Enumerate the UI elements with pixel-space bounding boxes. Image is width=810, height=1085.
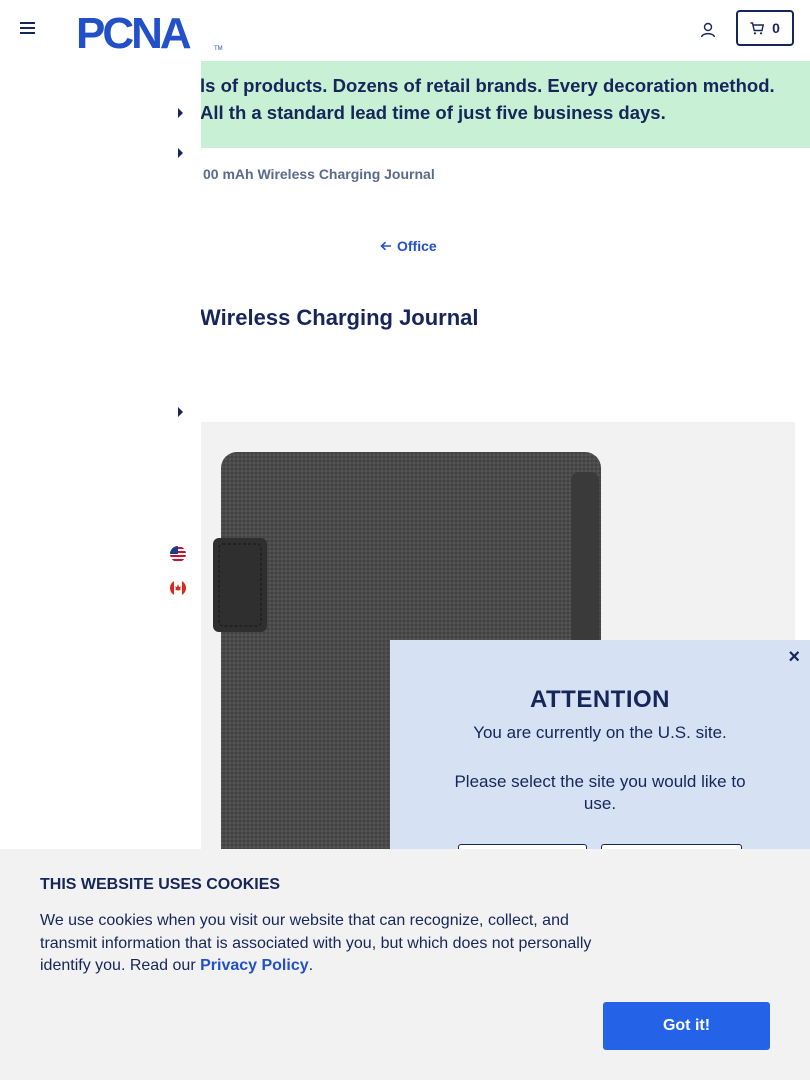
- cookie-banner: THIS WEBSITE USES COOKIES We use cookies…: [0, 849, 810, 1080]
- cookie-heading: THIS WEBSITE USES COOKIES: [40, 876, 281, 893]
- modal-title: ATTENTION: [529, 686, 671, 713]
- modal-message: You are currently on the U.S. site.: [473, 723, 727, 742]
- menu-icon[interactable]: [20, 22, 36, 38]
- close-icon[interactable]: ×: [788, 646, 800, 669]
- modal-instruction: Please select the site you would like to…: [454, 772, 746, 813]
- cart-icon: [750, 21, 765, 34]
- back-to-office-link[interactable]: Office: [380, 238, 437, 254]
- breadcrumb[interactable]: 00 mAh Wireless Charging Journal: [203, 166, 435, 182]
- pcna-logo[interactable]: PCNA TM: [76, 9, 224, 58]
- svg-text:TM: TM: [214, 46, 223, 52]
- canada-flag-icon[interactable]: [170, 580, 186, 596]
- account-icon[interactable]: [700, 22, 716, 38]
- cookie-text: We use cookies when you visit our websit…: [40, 912, 592, 974]
- cart-count: 0: [772, 20, 780, 36]
- caret-right-icon[interactable]: [178, 148, 183, 158]
- promo-banner: ls of products. Dozens of retail brands.…: [186, 61, 810, 148]
- caret-right-icon[interactable]: [178, 108, 183, 118]
- svg-text:PCNA: PCNA: [76, 10, 191, 52]
- arrow-left-icon: [380, 241, 391, 251]
- accept-cookies-button[interactable]: Got it!: [603, 1002, 770, 1050]
- caret-right-icon[interactable]: [178, 407, 183, 417]
- cart-button[interactable]: 0: [736, 10, 794, 46]
- promo-text: ls of products. Dozens of retail brands.…: [200, 75, 775, 123]
- privacy-policy-link[interactable]: Privacy Policy: [200, 957, 309, 974]
- top-navigation-bar: PCNA TM 0: [0, 0, 810, 61]
- back-link-label: Office: [397, 238, 437, 254]
- us-flag-icon[interactable]: [170, 546, 186, 562]
- product-title: Wireless Charging Journal: [200, 305, 479, 330]
